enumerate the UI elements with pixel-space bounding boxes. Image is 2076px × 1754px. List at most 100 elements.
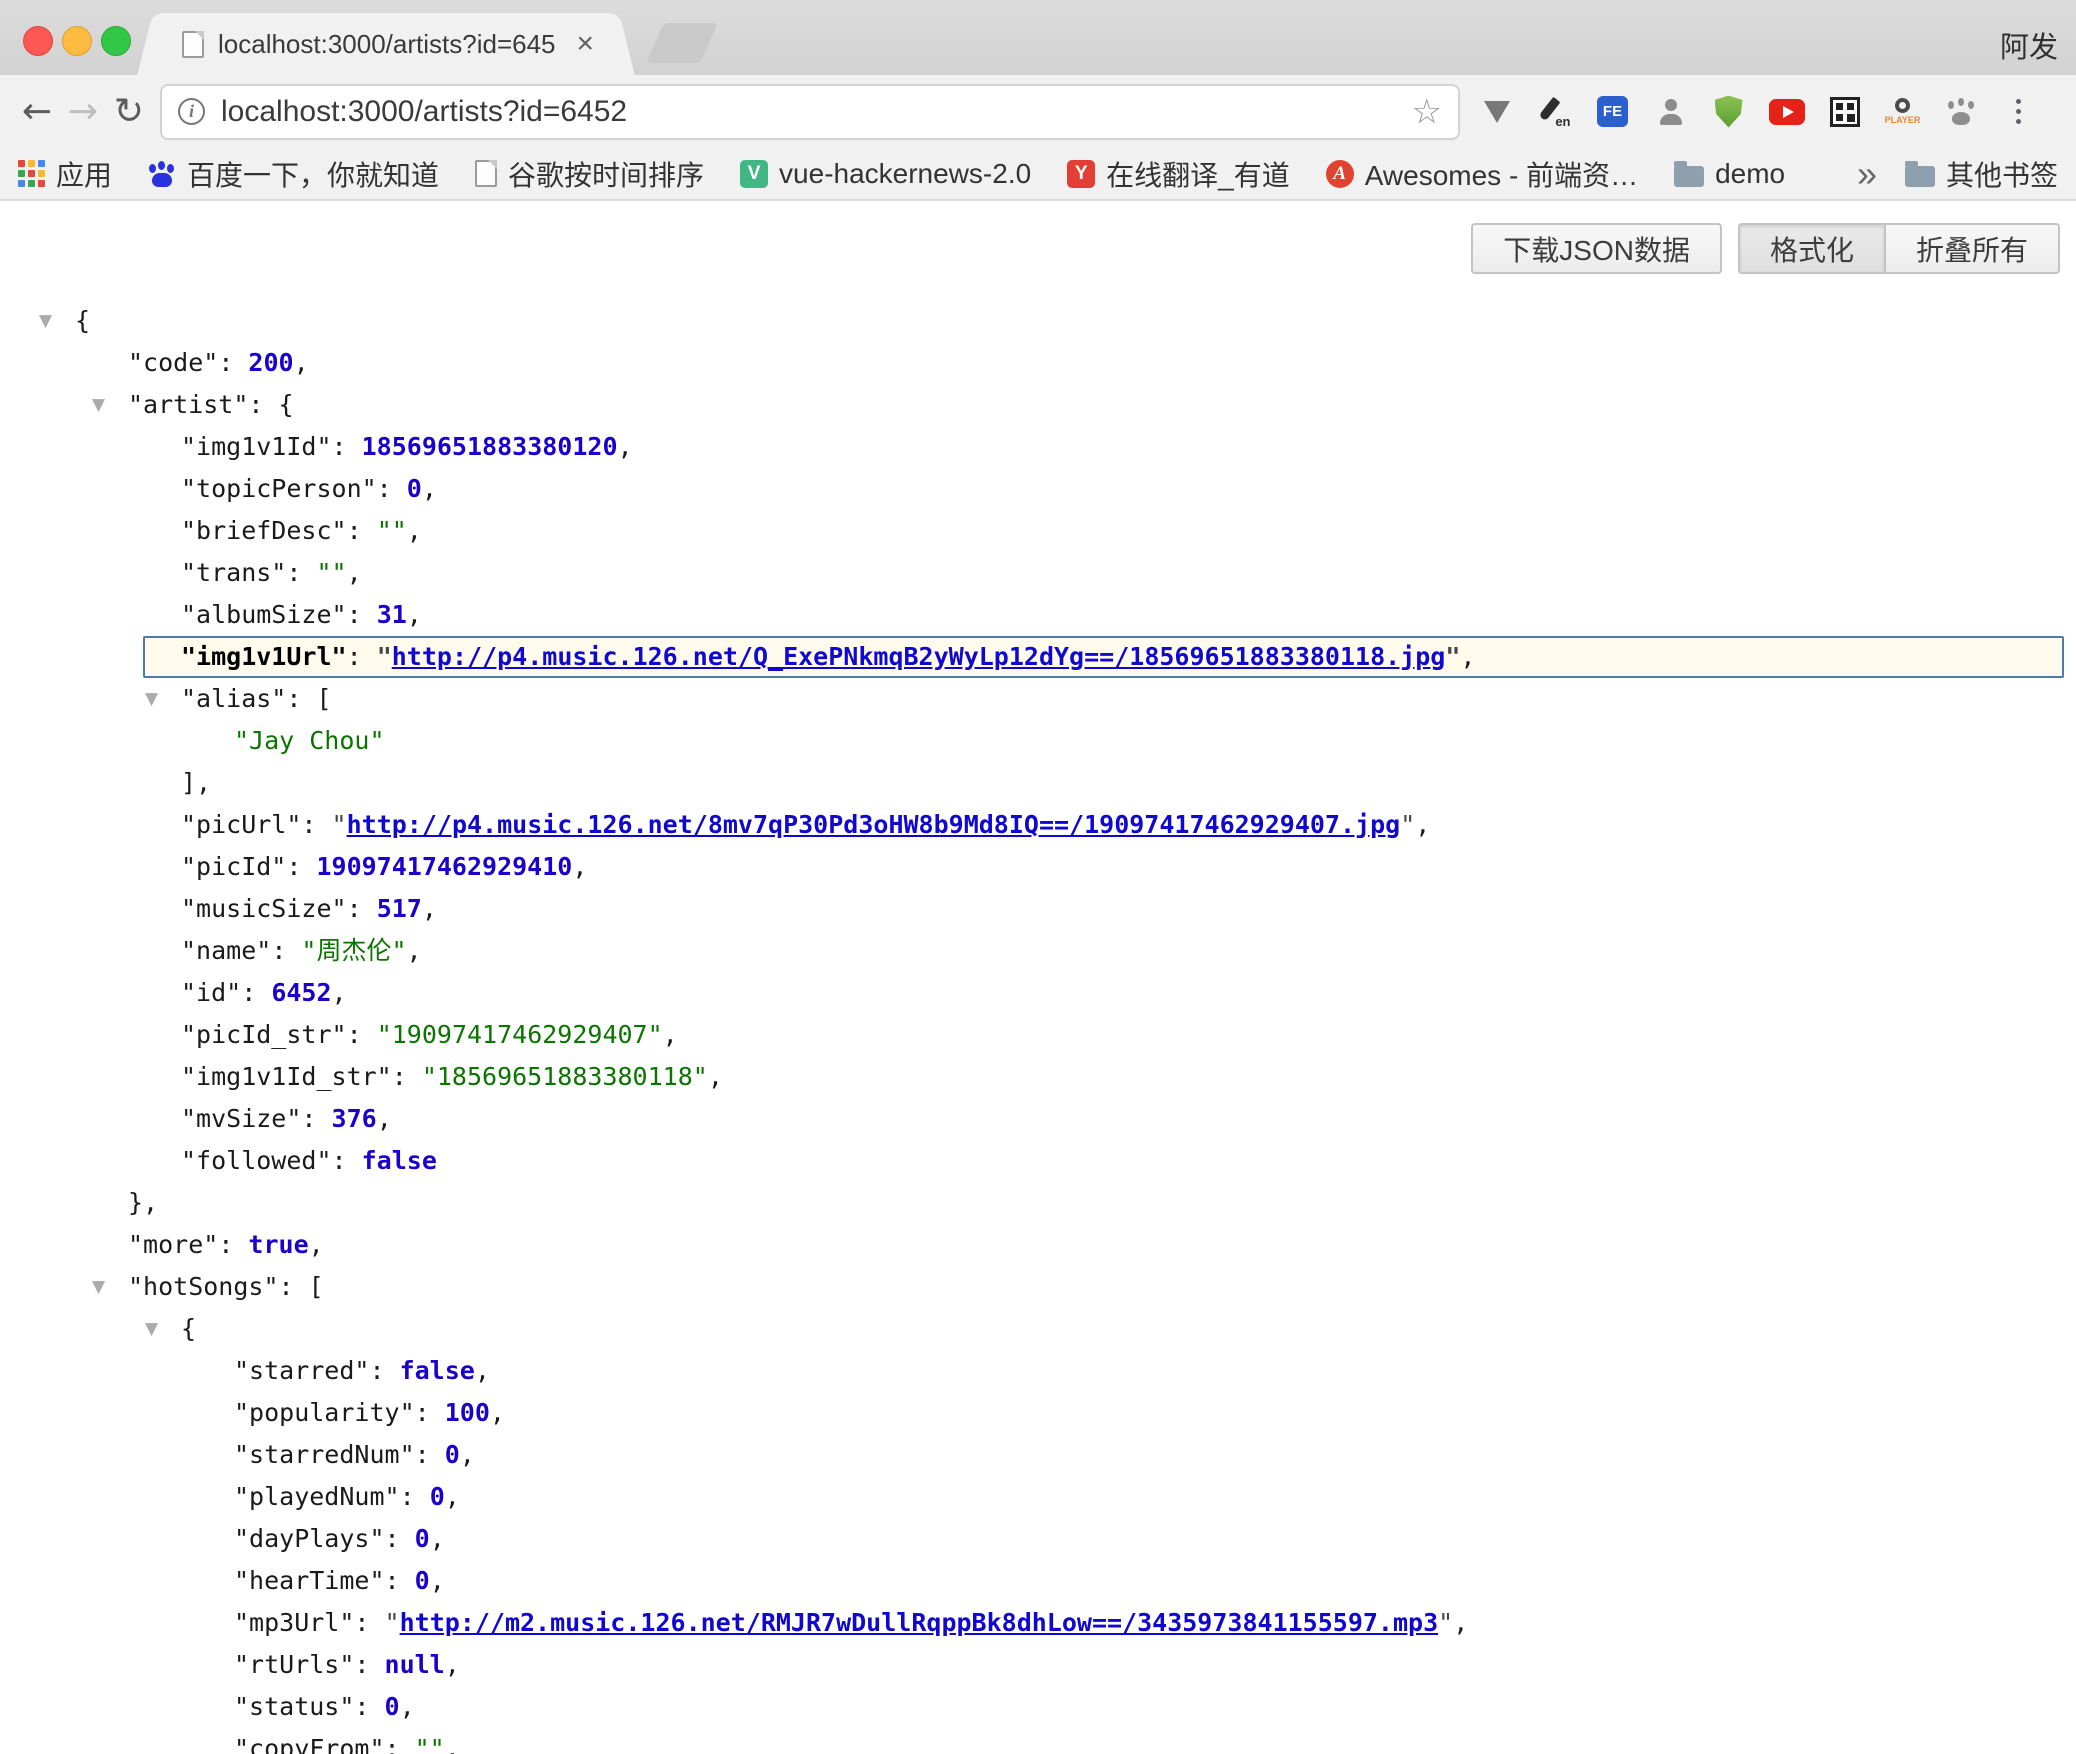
json-key: "img1v1Id" bbox=[181, 432, 332, 461]
json-punctuation: : bbox=[415, 1440, 445, 1469]
bookmarks-overflow-chevron[interactable]: » bbox=[1857, 156, 1877, 192]
json-punctuation: : bbox=[385, 1734, 415, 1754]
bookmark-awesomes[interactable]: A Awesomes - 前端资… bbox=[1326, 154, 1638, 194]
json-value: false bbox=[400, 1356, 475, 1385]
json-line: ▼{ bbox=[0, 1308, 2076, 1350]
reload-button[interactable]: ↻ bbox=[106, 85, 152, 139]
zoom-window-button[interactable] bbox=[101, 26, 131, 56]
format-button[interactable]: 格式化 bbox=[1738, 223, 1886, 274]
collapse-toggle-icon[interactable]: ▼ bbox=[145, 1308, 158, 1350]
fe-extension-icon[interactable]: FE bbox=[1594, 93, 1631, 130]
url-text[interactable]: localhost:3000/artists?id=6452 bbox=[221, 95, 1396, 129]
address-bar[interactable]: i localhost:3000/artists?id=6452 ☆ bbox=[160, 84, 1460, 140]
collapse-toggle-icon[interactable]: ▼ bbox=[145, 678, 158, 720]
bookmark-vue-hackernews[interactable]: V vue-hackernews-2.0 bbox=[740, 158, 1031, 190]
json-url-link[interactable]: http://p4.music.126.net/8mv7qP30Pd3oHW8b… bbox=[347, 810, 1401, 839]
json-punctuation: , bbox=[708, 1062, 723, 1091]
other-bookmarks-folder[interactable]: 其他书签 bbox=[1905, 154, 2058, 194]
funnel-extension-icon[interactable] bbox=[1478, 93, 1515, 130]
site-info-icon[interactable]: i bbox=[178, 98, 205, 125]
new-tab-button[interactable] bbox=[646, 23, 718, 63]
back-button[interactable]: ← bbox=[14, 85, 60, 139]
json-line: }, bbox=[0, 1182, 2076, 1224]
player-disc-icon bbox=[1895, 98, 1910, 113]
json-line: "popularity": 100, bbox=[0, 1392, 2076, 1434]
json-punctuation: { bbox=[75, 306, 90, 335]
en-letters: en bbox=[1555, 114, 1570, 129]
minimize-window-button[interactable] bbox=[62, 26, 92, 56]
bookmark-google-sort[interactable]: 谷歌按时间排序 bbox=[475, 154, 704, 194]
json-key: "picId" bbox=[181, 852, 286, 881]
youdao-translate-extension-icon[interactable]: en bbox=[1536, 93, 1573, 130]
collapse-all-button[interactable]: 折叠所有 bbox=[1884, 223, 2060, 274]
bookmark-youdao-translate[interactable]: Y 在线翻译_有道 bbox=[1067, 154, 1290, 194]
json-key: "picId_str" bbox=[181, 1020, 347, 1049]
json-value: 0 bbox=[430, 1482, 445, 1511]
adblock-shield-extension-icon[interactable] bbox=[1710, 93, 1747, 130]
json-value: 0 bbox=[445, 1440, 460, 1469]
profile-name[interactable]: 阿发 bbox=[2000, 24, 2058, 66]
collapse-toggle-icon[interactable]: ▼ bbox=[92, 1266, 105, 1308]
tab-close-icon[interactable]: × bbox=[576, 29, 594, 59]
json-punctuation: , bbox=[1460, 642, 1475, 671]
bookmark-demo-folder[interactable]: demo bbox=[1674, 158, 1785, 190]
json-line-highlighted: "img1v1Url": "http://p4.music.126.net/Q_… bbox=[0, 636, 2076, 678]
apps-grid-icon bbox=[18, 160, 45, 187]
json-key: "popularity" bbox=[234, 1398, 415, 1427]
json-line: "followed": false bbox=[0, 1140, 2076, 1182]
json-line: ▼"alias": [ bbox=[0, 678, 2076, 720]
json-string-value: "" bbox=[415, 1734, 445, 1754]
player-label: PLAYER bbox=[1885, 115, 1921, 125]
json-line: "img1v1Id_str": "18569651883380118", bbox=[0, 1056, 2076, 1098]
qrcode-extension-icon[interactable] bbox=[1826, 93, 1863, 130]
bookmark-label: vue-hackernews-2.0 bbox=[779, 158, 1031, 190]
shield-icon bbox=[1715, 96, 1743, 128]
json-punctuation: , bbox=[309, 1230, 324, 1259]
json-punctuation: , bbox=[1415, 810, 1430, 839]
viewer-buttons-row: 下载JSON数据 格式化 折叠所有 bbox=[0, 223, 2076, 274]
json-punctuation: " bbox=[1400, 810, 1415, 839]
json-punctuation: : bbox=[332, 432, 362, 461]
paw-icon bbox=[1945, 96, 1977, 127]
bookmark-star-icon[interactable]: ☆ bbox=[1412, 95, 1442, 129]
browser-menu-icon[interactable] bbox=[2000, 93, 2037, 130]
json-punctuation: }, bbox=[128, 1188, 158, 1217]
json-line: "playedNum": 0, bbox=[0, 1476, 2076, 1518]
qr-code-icon bbox=[1830, 97, 1860, 127]
json-key: "albumSize" bbox=[181, 600, 347, 629]
bookmark-baidu[interactable]: 百度一下，你就知道 bbox=[148, 154, 439, 194]
json-line: "musicSize": 517, bbox=[0, 888, 2076, 930]
json-key: "rtUrls" bbox=[234, 1650, 354, 1679]
format-collapse-segment: 格式化 折叠所有 bbox=[1738, 223, 2060, 274]
json-url-link[interactable]: http://p4.music.126.net/Q_ExePNkmqB2yWyL… bbox=[392, 642, 1446, 671]
json-punctuation: : bbox=[301, 810, 331, 839]
browser-tab[interactable]: localhost:3000/artists?id=645 × bbox=[160, 13, 612, 75]
youdao-icon: Y bbox=[1067, 160, 1095, 188]
bookmark-apps[interactable]: 应用 bbox=[18, 154, 112, 194]
json-punctuation: , bbox=[400, 1692, 415, 1721]
json-punctuation: , bbox=[490, 1398, 505, 1427]
json-punctuation: , bbox=[445, 1482, 460, 1511]
json-punctuation: , bbox=[430, 1566, 445, 1595]
json-punctuation: , bbox=[407, 600, 422, 629]
youtube-extension-icon[interactable] bbox=[1768, 93, 1805, 130]
paw-extension-icon[interactable] bbox=[1942, 93, 1979, 130]
json-url-link[interactable]: http://m2.music.126.net/RMJR7wDullRqppBk… bbox=[400, 1608, 1439, 1637]
page-content: 下载JSON数据 格式化 折叠所有 ▼{"code": 200,▼"artist… bbox=[0, 201, 2076, 1754]
player-extension-icon[interactable]: PLAYER bbox=[1884, 93, 1921, 130]
json-value: 200 bbox=[248, 348, 293, 377]
json-key: "hearTime" bbox=[234, 1566, 385, 1595]
json-punctuation: : bbox=[385, 1566, 415, 1595]
json-value: 0 bbox=[415, 1566, 430, 1595]
download-json-button[interactable]: 下载JSON数据 bbox=[1471, 223, 1722, 274]
json-punctuation: , bbox=[445, 1650, 460, 1679]
json-punctuation: : bbox=[392, 1062, 422, 1091]
user-extension-icon[interactable] bbox=[1652, 93, 1689, 130]
json-punctuation: " bbox=[1445, 642, 1460, 671]
collapse-toggle-icon[interactable]: ▼ bbox=[39, 300, 52, 342]
collapse-toggle-icon[interactable]: ▼ bbox=[92, 384, 105, 426]
json-value: 18569651883380120 bbox=[362, 432, 618, 461]
close-window-button[interactable] bbox=[23, 26, 53, 56]
bookmark-label: 百度一下，你就知道 bbox=[187, 154, 439, 194]
json-value: true bbox=[248, 1230, 308, 1259]
